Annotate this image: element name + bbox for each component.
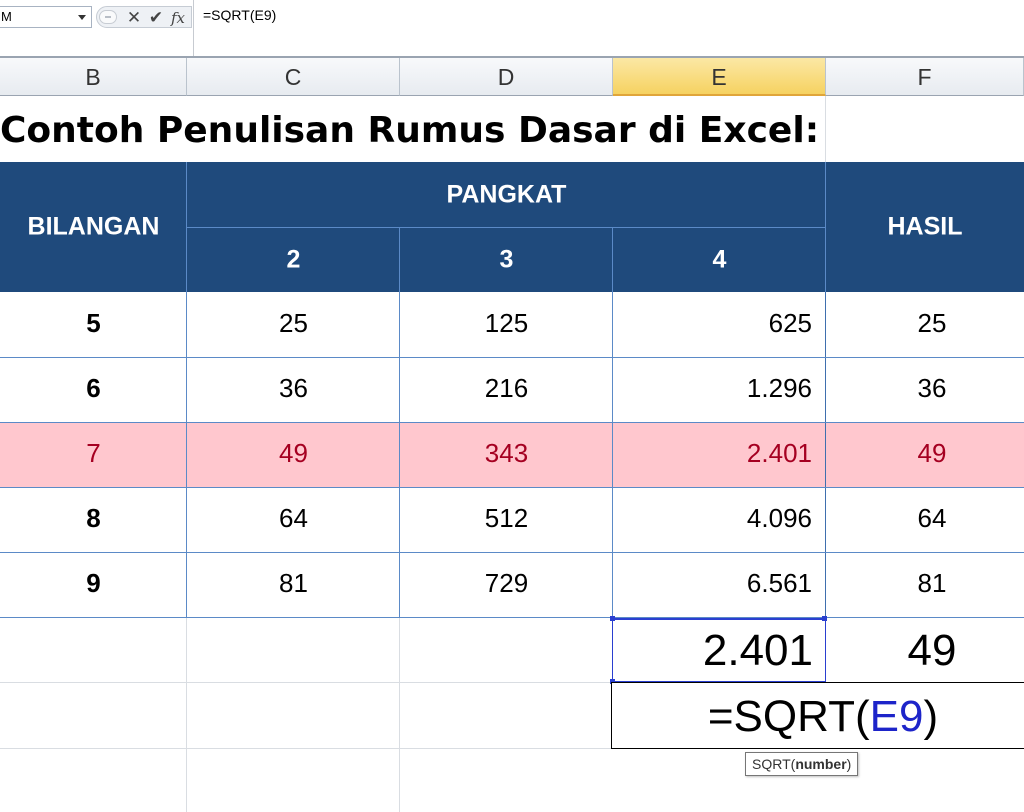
formula-bar-buttons: ✕ ✔ fx bbox=[96, 6, 192, 28]
table-cell[interactable]: 216 bbox=[400, 373, 613, 404]
reference-handle[interactable] bbox=[610, 616, 615, 621]
header-hasil-label: HASIL bbox=[887, 212, 963, 241]
header-pangkat-4-label: 4 bbox=[712, 245, 727, 273]
table-cell[interactable]: 36 bbox=[187, 373, 400, 404]
table-border bbox=[0, 422, 1024, 423]
table-cell[interactable]: 512 bbox=[400, 503, 613, 534]
table-border bbox=[0, 617, 1024, 618]
tooltip-function: SQRT( bbox=[752, 756, 796, 772]
table-cell[interactable]: 4.096 bbox=[613, 503, 826, 534]
table-cell[interactable]: 49 bbox=[187, 438, 400, 469]
worksheet-grid[interactable]: Contoh Penulisan Rumus Dasar di Excel: B… bbox=[0, 96, 1024, 812]
enter-check-icon[interactable]: ✔ bbox=[145, 8, 167, 28]
table-border bbox=[0, 552, 1024, 553]
table-cell[interactable]: 5 bbox=[0, 308, 187, 339]
table-cell[interactable]: 1.296 bbox=[613, 373, 826, 404]
chevron-down-icon[interactable] bbox=[78, 15, 86, 20]
editing-formula[interactable]: =SQRT(E9) bbox=[612, 692, 1024, 742]
function-tooltip[interactable]: SQRT(number) bbox=[745, 752, 859, 776]
table-cell[interactable]: 25 bbox=[826, 308, 1024, 339]
table-cell[interactable]: 49 bbox=[826, 438, 1024, 469]
table-cell[interactable]: 36 bbox=[826, 373, 1024, 404]
result-f-value: 49 bbox=[907, 626, 957, 675]
reference-handle[interactable] bbox=[822, 616, 827, 621]
column-header-c[interactable]: C bbox=[187, 58, 400, 96]
table-cell[interactable]: 7 bbox=[0, 438, 187, 469]
name-box-value: M bbox=[1, 9, 12, 24]
formula-input[interactable]: =SQRT(E9) bbox=[203, 7, 276, 23]
result-e-value: 2.401 bbox=[702, 626, 813, 675]
header-hasil[interactable]: HASIL bbox=[826, 162, 1024, 292]
column-headers: B C D E F bbox=[0, 58, 1024, 96]
header-pangkat-4[interactable]: 4 bbox=[613, 227, 826, 292]
table-cell[interactable]: 6 bbox=[0, 373, 187, 404]
table-cell[interactable]: 343 bbox=[400, 438, 613, 469]
header-border bbox=[399, 227, 400, 292]
header-pangkat[interactable]: PANGKAT bbox=[187, 162, 826, 227]
table-border bbox=[0, 357, 1024, 358]
cancel-icon[interactable]: ✕ bbox=[123, 8, 145, 28]
formula-bar: M ✕ ✔ fx =SQRT(E9) bbox=[0, 0, 1024, 58]
gridline bbox=[186, 618, 187, 812]
header-border bbox=[187, 227, 826, 228]
header-border bbox=[825, 162, 826, 292]
table-cell[interactable]: 6.561 bbox=[613, 568, 826, 599]
header-bilangan[interactable]: BILANGAN bbox=[0, 162, 187, 292]
column-header-e[interactable]: E bbox=[613, 58, 826, 96]
table-cell[interactable]: 81 bbox=[187, 568, 400, 599]
table-cell[interactable]: 64 bbox=[187, 503, 400, 534]
table-cell[interactable]: 25 bbox=[187, 308, 400, 339]
name-box[interactable]: M bbox=[0, 6, 92, 28]
column-header-d[interactable]: D bbox=[400, 58, 613, 96]
header-pangkat-2[interactable]: 2 bbox=[187, 227, 400, 292]
table-cell[interactable]: 729 bbox=[400, 568, 613, 599]
formula-bar-divider bbox=[193, 0, 194, 58]
sheet-title: Contoh Penulisan Rumus Dasar di Excel: bbox=[0, 110, 820, 151]
header-bilangan-label: BILANGAN bbox=[27, 212, 160, 241]
header-pangkat-3-label: 3 bbox=[499, 245, 514, 273]
gridline bbox=[0, 682, 612, 683]
column-header-b[interactable]: B bbox=[0, 58, 187, 96]
table-cell[interactable]: 8 bbox=[0, 503, 187, 534]
header-pangkat-label: PANGKAT bbox=[446, 180, 567, 208]
column-header-f[interactable]: F bbox=[826, 58, 1024, 96]
editing-formula-reference: E9 bbox=[869, 692, 924, 741]
table-cell[interactable]: 2.401 bbox=[613, 438, 826, 469]
table-cell[interactable]: 64 bbox=[826, 503, 1024, 534]
tooltip-close: ) bbox=[846, 756, 852, 772]
table-cell[interactable]: 125 bbox=[400, 308, 613, 339]
editing-formula-prefix: =SQRT( bbox=[707, 692, 870, 741]
expand-handle-icon[interactable] bbox=[99, 10, 117, 24]
header-pangkat-3[interactable]: 3 bbox=[400, 227, 613, 292]
table-border bbox=[0, 487, 1024, 488]
insert-function-icon[interactable]: fx bbox=[167, 8, 189, 28]
gridline bbox=[825, 96, 826, 162]
gridline bbox=[399, 618, 400, 812]
gridline bbox=[0, 748, 612, 749]
header-pangkat-2-label: 2 bbox=[286, 245, 301, 273]
header-border bbox=[612, 227, 613, 292]
tooltip-argument[interactable]: number bbox=[795, 756, 846, 772]
table-cell[interactable]: 9 bbox=[0, 568, 187, 599]
editing-formula-suffix: ) bbox=[923, 692, 939, 741]
table-cell[interactable]: 625 bbox=[613, 308, 826, 339]
table-cell[interactable]: 81 bbox=[826, 568, 1024, 599]
